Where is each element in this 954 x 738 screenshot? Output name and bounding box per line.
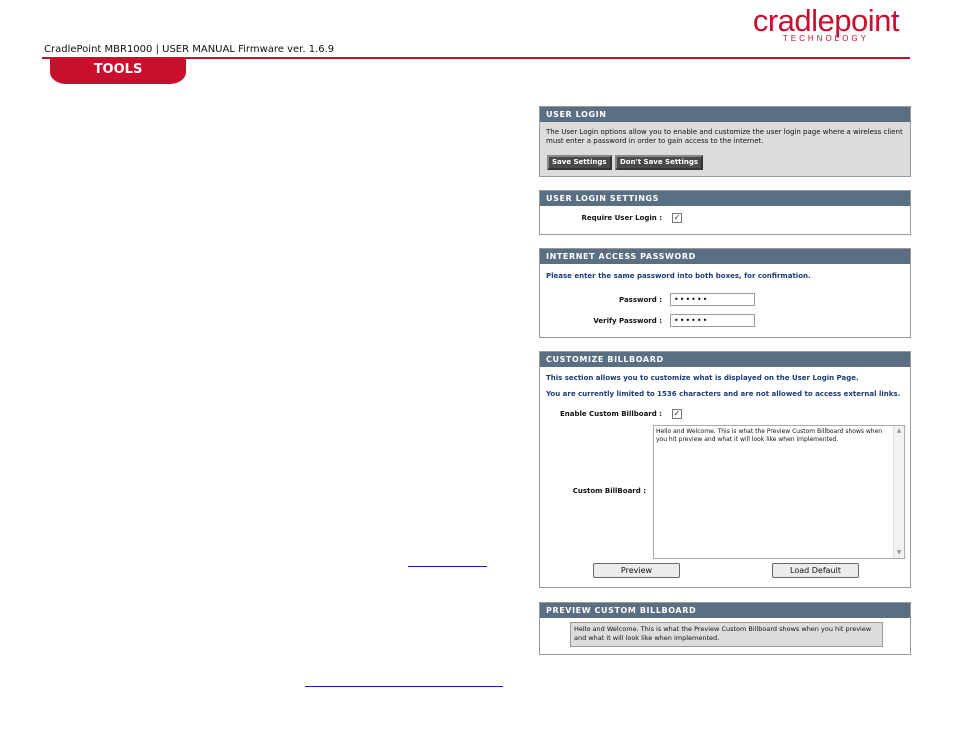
custom-billboard-textarea[interactable]: Hello and Welcome. This is what the Prev… [653, 425, 905, 559]
internet-access-password-panel: INTERNET ACCESS PASSWORD Please enter th… [539, 248, 911, 338]
load-default-button[interactable]: Load Default [772, 563, 859, 578]
scroll-down-icon[interactable]: ▼ [894, 548, 904, 558]
dont-save-settings-button[interactable]: Don't Save Settings [615, 155, 704, 170]
enable-custom-billboard-label: Enable Custom Billboard : [559, 410, 662, 418]
billboard-preview-box: Hello and Welcome. This is what the Prev… [570, 622, 883, 647]
billboard-info-line-2: You are currently limited to 1536 charac… [546, 390, 901, 398]
link-underline[interactable] [408, 566, 487, 567]
user-login-description: The User Login options allow you to enab… [546, 128, 903, 145]
section-tab-tools: TOOLS [50, 58, 186, 84]
require-user-login-label: Require User Login : [581, 214, 662, 222]
verify-password-label: Verify Password : [593, 317, 662, 325]
user-login-settings-panel: USER LOGIN SETTINGS Require User Login :… [539, 190, 911, 235]
cradlepoint-logo: cradlepoint TECHNOLOGY [752, 3, 900, 44]
billboard-info-line-1: This section allows you to customize wha… [546, 374, 859, 382]
logo-word: cradlepoint [752, 3, 900, 38]
customize-billboard-panel: CUSTOMIZE BILLBOARD This section allows … [539, 351, 911, 588]
custom-billboard-label: Custom BillBoard : [572, 487, 646, 495]
panel-title: INTERNET ACCESS PASSWORD [540, 249, 910, 264]
custom-billboard-text: Hello and Welcome. This is what the Prev… [656, 428, 883, 443]
panel-title: PREVIEW CUSTOM BILLBOARD [540, 603, 910, 618]
require-user-login-checkbox[interactable]: ✓ [672, 213, 682, 223]
preview-custom-billboard-panel: PREVIEW CUSTOM BILLBOARD Hello and Welco… [539, 602, 911, 655]
panel-title: CUSTOMIZE BILLBOARD [540, 352, 910, 367]
verify-password-field[interactable]: •••••• [670, 314, 755, 327]
link-underline[interactable] [305, 686, 503, 687]
save-settings-button[interactable]: Save Settings [547, 155, 612, 170]
enable-custom-billboard-checkbox[interactable]: ✓ [672, 409, 682, 419]
password-label: Password : [619, 296, 662, 304]
user-login-panel: USER LOGIN The User Login options allow … [539, 106, 911, 177]
document-header-title: CradlePoint MBR1000 | USER MANUAL Firmwa… [44, 44, 335, 55]
scroll-up-icon[interactable]: ▲ [894, 426, 904, 436]
password-instruction: Please enter the same password into both… [546, 272, 811, 280]
panel-title: USER LOGIN [540, 107, 910, 122]
textarea-scrollbar[interactable]: ▲ ▼ [893, 426, 904, 558]
password-field[interactable]: •••••• [670, 293, 755, 306]
panel-title: USER LOGIN SETTINGS [540, 191, 910, 206]
preview-button[interactable]: Preview [593, 563, 680, 578]
